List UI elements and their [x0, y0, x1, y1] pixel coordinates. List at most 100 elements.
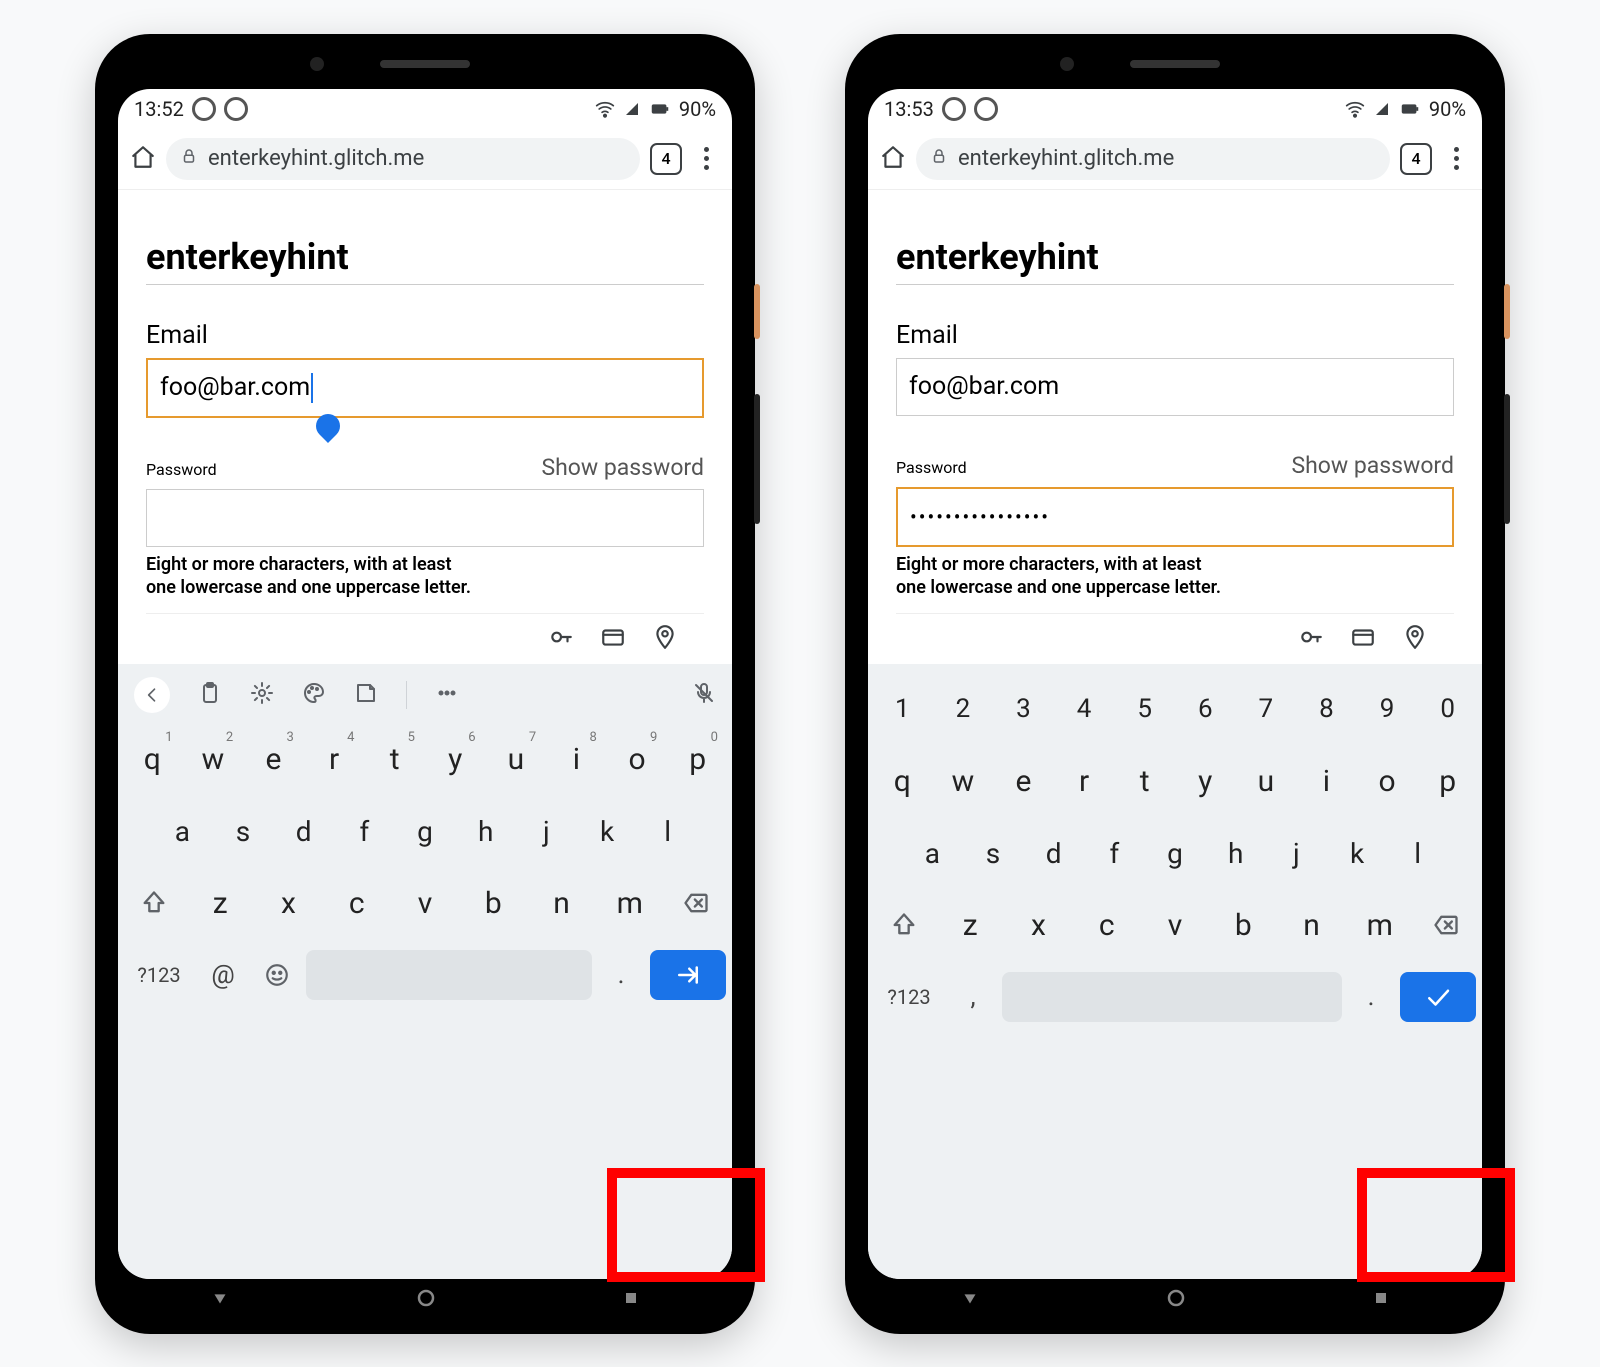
palette-icon[interactable]: [302, 681, 326, 709]
home-icon[interactable]: [130, 144, 156, 174]
key-letter[interactable]: w2: [185, 726, 242, 792]
key-letter[interactable]: v: [1143, 892, 1207, 958]
key-letter[interactable]: e: [995, 748, 1052, 814]
spacebar[interactable]: [1002, 972, 1342, 1022]
address-bar[interactable]: enterkeyhint.glitch.me: [166, 138, 640, 180]
key-letter[interactable]: u7: [488, 726, 545, 792]
gear-icon[interactable]: [250, 681, 274, 709]
key-letter[interactable]: p0: [669, 726, 726, 792]
symbols-key[interactable]: ?123: [874, 985, 944, 1009]
password-field[interactable]: [146, 489, 704, 547]
key-letter[interactable]: c: [325, 870, 389, 936]
key-digit[interactable]: 2: [935, 676, 992, 742]
pin-icon[interactable]: [652, 624, 678, 654]
right-mini-key[interactable]: .: [596, 960, 646, 990]
key-letter[interactable]: a: [154, 798, 211, 864]
key-letter[interactable]: d: [1025, 820, 1082, 886]
show-password-toggle[interactable]: Show password: [1291, 452, 1454, 479]
backspace-key[interactable]: [666, 870, 726, 936]
nav-recent-icon[interactable]: [621, 1288, 641, 1312]
key-letter[interactable]: k: [1329, 820, 1386, 886]
key-digit[interactable]: 9: [1359, 676, 1416, 742]
key-letter[interactable]: u: [1238, 748, 1295, 814]
key-letter[interactable]: h: [457, 798, 514, 864]
key-letter[interactable]: k: [579, 798, 636, 864]
overflow-menu[interactable]: [692, 147, 720, 170]
key-letter[interactable]: s: [215, 798, 272, 864]
key-digit[interactable]: 4: [1056, 676, 1113, 742]
key-letter[interactable]: g: [397, 798, 454, 864]
key-letter[interactable]: z: [188, 870, 252, 936]
left-mini-key[interactable]: @: [198, 960, 248, 990]
enter-key[interactable]: [1400, 972, 1476, 1022]
email-field[interactable]: foo@bar.com: [896, 358, 1454, 416]
key-letter[interactable]: y6: [427, 726, 484, 792]
key-icon[interactable]: [548, 624, 574, 654]
mic-off-icon[interactable]: [692, 681, 716, 709]
nav-home-icon[interactable]: [414, 1286, 438, 1314]
key-letter[interactable]: y: [1177, 748, 1234, 814]
key-digit[interactable]: 8: [1298, 676, 1355, 742]
symbols-key[interactable]: ?123: [124, 963, 194, 987]
key-letter[interactable]: l: [639, 798, 696, 864]
nav-recent-icon[interactable]: [1371, 1288, 1391, 1312]
show-password-toggle[interactable]: Show password: [541, 454, 704, 481]
key-letter[interactable]: w: [935, 748, 992, 814]
email-field[interactable]: foo@bar.com: [146, 358, 704, 418]
kbd-collapse-button[interactable]: [134, 677, 170, 713]
key-icon[interactable]: [1298, 624, 1324, 654]
key-letter[interactable]: f: [336, 798, 393, 864]
shift-key[interactable]: [874, 892, 934, 958]
nav-back-icon[interactable]: [959, 1287, 981, 1313]
pin-icon[interactable]: [1402, 624, 1428, 654]
address-bar[interactable]: enterkeyhint.glitch.me: [916, 138, 1390, 180]
more-icon[interactable]: [435, 681, 459, 709]
password-field[interactable]: ••••••••••••••••: [896, 487, 1454, 547]
key-letter[interactable]: c: [1075, 892, 1139, 958]
clipboard-icon[interactable]: [198, 681, 222, 709]
overflow-menu[interactable]: [1442, 147, 1470, 170]
key-letter[interactable]: o: [1359, 748, 1416, 814]
key-letter[interactable]: j: [1268, 820, 1325, 886]
nav-back-icon[interactable]: [209, 1287, 231, 1313]
enter-key[interactable]: [650, 950, 726, 1000]
left-mini-key[interactable]: ,: [948, 982, 998, 1012]
key-letter[interactable]: p: [1419, 748, 1476, 814]
key-letter[interactable]: q1: [124, 726, 181, 792]
key-letter[interactable]: i8: [548, 726, 605, 792]
key-letter[interactable]: d: [275, 798, 332, 864]
key-letter[interactable]: g: [1147, 820, 1204, 886]
key-letter[interactable]: b: [461, 870, 525, 936]
key-letter[interactable]: j: [518, 798, 575, 864]
key-letter[interactable]: m: [598, 870, 662, 936]
spacebar[interactable]: [306, 950, 592, 1000]
key-digit[interactable]: 6: [1177, 676, 1234, 742]
key-digit[interactable]: 0: [1419, 676, 1476, 742]
key-letter[interactable]: e3: [245, 726, 302, 792]
key-letter[interactable]: n: [1279, 892, 1343, 958]
key-digit[interactable]: 1: [874, 676, 931, 742]
caret-handle[interactable]: [311, 409, 345, 443]
key-letter[interactable]: z: [938, 892, 1002, 958]
key-letter[interactable]: s: [965, 820, 1022, 886]
key-letter[interactable]: q: [874, 748, 931, 814]
key-letter[interactable]: r4: [306, 726, 363, 792]
key-letter[interactable]: x: [1006, 892, 1070, 958]
key-letter[interactable]: h: [1207, 820, 1264, 886]
key-letter[interactable]: x: [256, 870, 320, 936]
card-icon[interactable]: [1350, 624, 1376, 654]
right-mini-key[interactable]: .: [1346, 982, 1396, 1012]
key-digit[interactable]: 7: [1238, 676, 1295, 742]
tab-switcher[interactable]: 4: [650, 143, 682, 175]
key-letter[interactable]: l: [1389, 820, 1446, 886]
key-letter[interactable]: n: [529, 870, 593, 936]
shift-key[interactable]: [124, 870, 184, 936]
emoji-key[interactable]: [252, 962, 302, 988]
nav-home-icon[interactable]: [1164, 1286, 1188, 1314]
key-letter[interactable]: r: [1056, 748, 1113, 814]
key-letter[interactable]: a: [904, 820, 961, 886]
key-letter[interactable]: m: [1348, 892, 1412, 958]
key-digit[interactable]: 5: [1116, 676, 1173, 742]
sticker-icon[interactable]: [354, 681, 378, 709]
backspace-key[interactable]: [1416, 892, 1476, 958]
